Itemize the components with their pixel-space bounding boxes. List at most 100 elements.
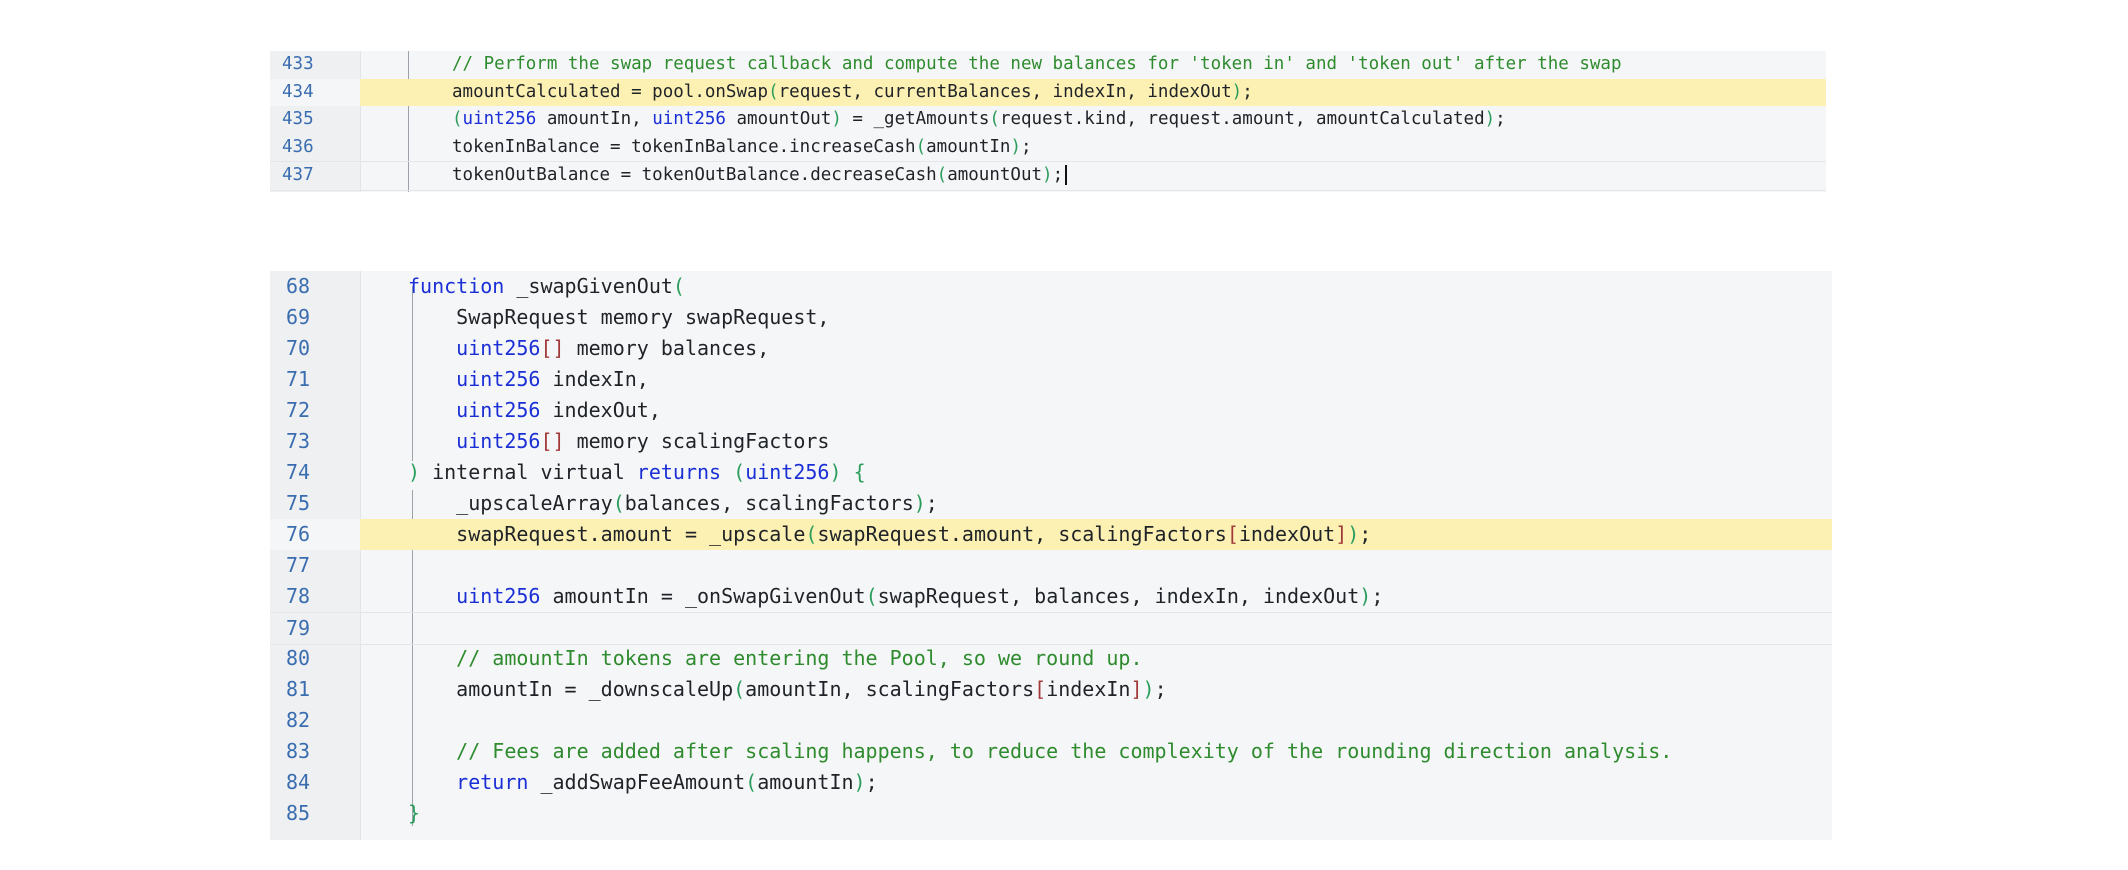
code-token: ( <box>915 136 927 157</box>
line-number-text: 84 <box>286 770 311 794</box>
code-token: ( <box>733 677 746 701</box>
code-line[interactable]: 82 <box>270 705 1832 736</box>
code-line[interactable]: 68 function _swapGivenOut( <box>270 271 1832 302</box>
code-line[interactable]: 433 // Perform the swap request callback … <box>270 51 1826 79</box>
code-line[interactable]: 435 (uint256 amountIn, uint256 amountOut)… <box>270 106 1826 134</box>
line-number: 85 <box>270 798 360 829</box>
line-number-text: 72 <box>286 398 311 422</box>
code-text: _upscaleArray(balances, scalingFactors); <box>408 488 938 519</box>
code-token: ) <box>1042 165 1053 185</box>
code-line[interactable]: 73 uint256[] memory scalingFactors <box>270 426 1832 457</box>
code-line[interactable]: 78 uint256 amountIn = _onSwapGivenOut(sw… <box>270 581 1832 612</box>
code-token: indexIn, <box>540 367 649 391</box>
line-number-text: 80 <box>286 646 311 670</box>
code-token: SwapRequest memory swapRequest, <box>408 305 830 329</box>
code-text: uint256[] memory scalingFactors <box>408 426 829 457</box>
code-token: = _getAmounts <box>841 109 990 129</box>
line-number-text: 85 <box>286 801 311 825</box>
code-token: amountCalculated = pool.onSwap <box>452 81 769 102</box>
code-text: tokenInBalance = tokenInBalance.increase… <box>452 134 1032 162</box>
line-number: 84 <box>270 767 360 798</box>
code-token: amountIn <box>926 136 1011 157</box>
line-number-text: 78 <box>286 584 311 608</box>
code-token: ] <box>1130 677 1143 701</box>
code-line[interactable]: 80 // amountIn tokens are entering the P… <box>270 643 1832 674</box>
code-token: balances, scalingFactors <box>624 491 914 515</box>
code-token: ) <box>408 460 421 484</box>
code-line[interactable]: 83 // Fees are added after scaling happe… <box>270 736 1832 767</box>
code-token: ( <box>452 109 463 129</box>
code-line[interactable]: 71 uint256 indexIn, <box>270 364 1832 395</box>
code-token: ( <box>612 491 625 515</box>
code-token: ; <box>1495 109 1506 129</box>
code-token: ( <box>733 460 746 484</box>
code-line[interactable]: 85} <box>270 798 1832 829</box>
code-token: uint256 <box>456 429 541 453</box>
code-line[interactable]: 81 amountIn = _downscaleUp(amountIn, sca… <box>270 674 1832 705</box>
line-number: 436 <box>270 134 360 162</box>
code-token: ) <box>1359 584 1372 608</box>
code-token: memory scalingFactors <box>564 429 830 453</box>
line-number: 76 <box>270 519 360 550</box>
code-line[interactable]: 436 tokenInBalance = tokenInBalance.incre… <box>270 134 1826 162</box>
line-number-text: 435 <box>282 109 314 129</box>
line-number: 73 <box>270 426 360 457</box>
code-line[interactable]: 72 uint256 indexOut, <box>270 395 1832 426</box>
code-text: SwapRequest memory swapRequest, <box>408 302 829 333</box>
code-line[interactable]: 79 <box>270 612 1832 645</box>
line-number: 69 <box>270 302 360 333</box>
code-token: function <box>408 274 505 298</box>
code-token: ) <box>1484 109 1496 129</box>
code-token: _upscaleArray <box>408 491 613 515</box>
code-line[interactable]: 77 <box>270 550 1832 581</box>
code-line[interactable]: 437 tokenOutBalance = tokenOutBalance.dec… <box>270 161 1826 191</box>
code-token: request.kind, request.amount, amountCalc… <box>999 109 1485 129</box>
code-token: [ <box>1034 677 1047 701</box>
code-token: [ <box>1226 522 1239 546</box>
code-line[interactable]: 75 _upscaleArray(balances, scalingFactor… <box>270 488 1832 519</box>
code-token: ) <box>831 109 842 129</box>
line-number: 72 <box>270 395 360 426</box>
code-token: uint256 <box>456 398 541 422</box>
code-line[interactable]: 74) internal virtual returns (uint256) { <box>270 457 1832 488</box>
highlighted-code-line[interactable]: 434 amountCalculated = pool.onSwap(reques… <box>270 78 1826 106</box>
line-number-text: 74 <box>286 460 311 484</box>
code-token: tokenOutBalance = tokenOutBalance.decrea… <box>452 165 937 185</box>
code-text: uint256 indexOut, <box>408 395 661 426</box>
code-text: // Perform the swap request callback and… <box>452 51 1621 79</box>
code-token: ( <box>805 522 818 546</box>
line-number: 435 <box>270 106 360 134</box>
line-number: 79 <box>270 613 360 644</box>
code-token: ; <box>1359 522 1372 546</box>
code-token: ; <box>1242 81 1253 102</box>
line-number-text: 79 <box>286 616 311 640</box>
code-token: amountIn, scalingFactors <box>745 677 1035 701</box>
code-line[interactable]: 69 SwapRequest memory swapRequest, <box>270 302 1832 333</box>
code-token: ] <box>1335 522 1348 546</box>
code-token: return <box>456 770 529 794</box>
line-number: 74 <box>270 457 360 488</box>
code-token: ) <box>1347 522 1360 546</box>
highlighted-code-line[interactable]: 76 swapRequest.amount = _upscale(swapReq… <box>270 519 1832 550</box>
code-line[interactable]: 70 uint256[] memory balances, <box>270 333 1832 364</box>
line-number-text: 434 <box>282 81 314 102</box>
code-line[interactable]: 84 return _addSwapFeeAmount(amountIn); <box>270 767 1832 798</box>
code-token: amountIn = _downscaleUp <box>408 677 734 701</box>
code-text: } <box>408 798 420 829</box>
line-number-text: 436 <box>282 136 314 157</box>
code-token: amountOut <box>947 165 1043 185</box>
code-token: uint256 <box>462 109 537 129</box>
line-number-text: 433 <box>282 54 314 74</box>
code-token: request, currentBalances, indexIn, index… <box>778 81 1232 102</box>
line-number: 70 <box>270 333 360 364</box>
code-text: swapRequest.amount = _upscale(swapReques… <box>408 519 1371 550</box>
line-number-text: 73 <box>286 429 311 453</box>
code-token: tokenInBalance = tokenInBalance.increase… <box>452 136 916 157</box>
code-panel-onswap: 433 // Perform the swap request callback … <box>270 51 1826 192</box>
code-token: indexOut <box>1238 522 1336 546</box>
